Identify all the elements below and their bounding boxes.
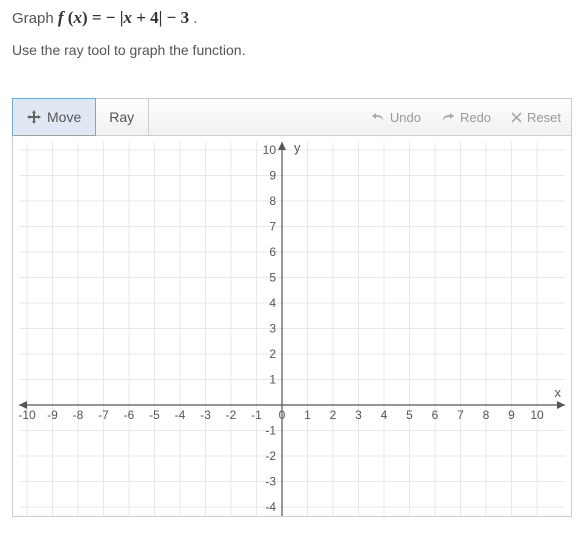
reset-icon: [511, 112, 522, 123]
svg-text:x: x: [555, 385, 562, 400]
coordinate-plane[interactable]: -10-9-8-7-6-5-4-3-2-1012345678910-4-3-2-…: [13, 136, 571, 516]
svg-text:y: y: [294, 140, 301, 155]
svg-text:9: 9: [269, 169, 276, 183]
instruction-text: Use the ray tool to graph the function.: [12, 42, 584, 58]
svg-text:-5: -5: [149, 408, 160, 422]
svg-text:3: 3: [269, 322, 276, 336]
svg-text:5: 5: [406, 408, 413, 422]
redo-button[interactable]: Redo: [431, 99, 501, 135]
graph-toolbar: Move Ray Undo Redo Reset: [12, 98, 572, 136]
svg-text:8: 8: [269, 194, 276, 208]
graph-panel: -10-9-8-7-6-5-4-3-2-1012345678910-4-3-2-…: [12, 136, 572, 517]
svg-text:-2: -2: [265, 449, 276, 463]
ray-tool-label: Ray: [109, 109, 134, 125]
svg-text:-6: -6: [124, 408, 135, 422]
svg-text:5: 5: [269, 271, 276, 285]
svg-text:-7: -7: [98, 408, 109, 422]
undo-button[interactable]: Undo: [361, 99, 431, 135]
move-tool-label: Move: [47, 109, 81, 125]
svg-text:-2: -2: [226, 408, 237, 422]
svg-text:1: 1: [304, 408, 311, 422]
svg-text:0: 0: [279, 408, 286, 422]
svg-text:2: 2: [330, 408, 337, 422]
prompt-prefix: Graph: [12, 10, 58, 27]
move-icon: [27, 110, 41, 124]
svg-text:-10: -10: [18, 408, 36, 422]
svg-text:6: 6: [432, 408, 439, 422]
reset-button[interactable]: Reset: [501, 99, 571, 135]
svg-text:10: 10: [530, 408, 544, 422]
prompt-suffix: .: [193, 10, 197, 27]
svg-text:-4: -4: [175, 408, 186, 422]
svg-text:7: 7: [457, 408, 464, 422]
svg-text:10: 10: [263, 143, 277, 157]
svg-text:7: 7: [269, 220, 276, 234]
svg-text:4: 4: [381, 408, 388, 422]
svg-text:-1: -1: [251, 408, 262, 422]
ray-tool[interactable]: Ray: [95, 99, 149, 135]
undo-icon: [371, 111, 385, 123]
svg-text:-8: -8: [73, 408, 84, 422]
toolbar-spacer: [149, 99, 361, 135]
svg-text:9: 9: [508, 408, 515, 422]
question-prompt: Graph f (x) = − |x + 4| − 3 .: [12, 8, 584, 28]
svg-text:2: 2: [269, 347, 276, 361]
svg-text:6: 6: [269, 245, 276, 259]
equation: f (x) = − |x + 4| − 3: [58, 8, 194, 27]
svg-text:-1: -1: [265, 424, 276, 438]
svg-text:1: 1: [269, 373, 276, 387]
svg-text:-4: -4: [265, 500, 276, 514]
reset-label: Reset: [527, 110, 561, 125]
svg-text:-3: -3: [200, 408, 211, 422]
svg-text:-3: -3: [265, 475, 276, 489]
move-tool[interactable]: Move: [12, 98, 96, 136]
svg-text:-9: -9: [47, 408, 58, 422]
svg-text:4: 4: [269, 296, 276, 310]
redo-label: Redo: [460, 110, 491, 125]
svg-text:3: 3: [355, 408, 362, 422]
redo-icon: [441, 111, 455, 123]
undo-label: Undo: [390, 110, 421, 125]
svg-text:8: 8: [483, 408, 490, 422]
